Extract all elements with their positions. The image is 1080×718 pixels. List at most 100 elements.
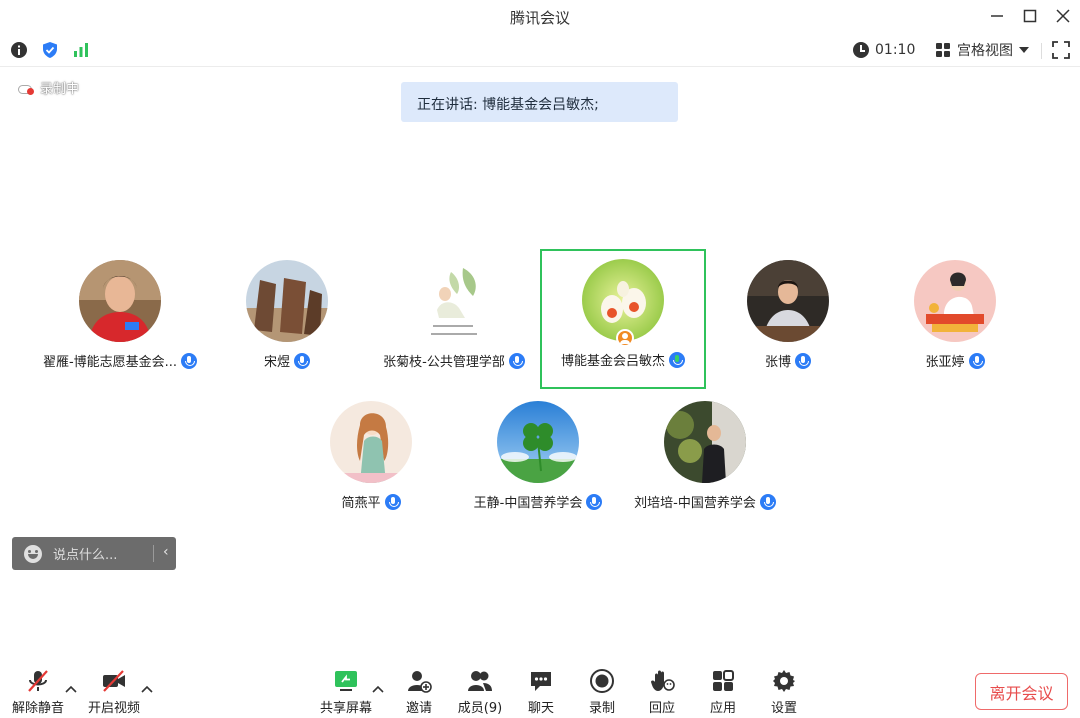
participant-name: 博能基金会吕敏杰 [560,354,665,369]
reaction-button[interactable]: 回应 [634,666,690,716]
caret-up-icon [65,685,77,693]
avatar [79,260,161,342]
minimize-button[interactable] [983,4,1011,28]
settings-label: 设置 [770,701,797,716]
invite-button[interactable]: 邀请 [391,666,447,716]
participant-tile[interactable]: 张菊枝-公共管理学部 [371,250,537,390]
participant-name-row: 简燕平 [288,492,454,511]
gear-icon [771,668,797,694]
record-label: 录制 [588,701,615,716]
mic-icon [181,352,198,369]
grid-view-icon [936,43,950,57]
chat-label: 聊天 [527,701,554,716]
recording-indicator: 录制中 [18,78,79,97]
emoji-icon[interactable] [24,544,42,563]
apps-label: 应用 [709,701,736,716]
mic-muted-icon [25,668,51,694]
audio-options-caret[interactable] [64,682,78,696]
participant-name: 翟雁-博能志愿基金会... [42,355,178,370]
mic-icon [795,352,811,369]
participant-tile[interactable]: 王静-中国营养学会 [455,391,621,531]
minimize-icon [991,15,1003,17]
meeting-info-button[interactable] [10,41,28,59]
chat-input[interactable]: 说点什么... ‹ [12,537,176,570]
participant-name-row: 张菊枝-公共管理学部 [371,351,537,370]
reaction-label: 回应 [648,701,675,716]
unmute-label: 解除静音 [11,701,64,716]
avatar [330,401,412,483]
divider [1041,43,1042,59]
video-options-caret[interactable] [140,682,154,696]
close-icon [1056,9,1070,23]
meeting-timer: 01:10 [853,41,915,59]
security-button[interactable] [41,41,59,59]
participant-name: 宋煜 [263,355,290,370]
view-mode-selector[interactable]: 宫格视图 [935,41,1029,59]
mic-icon [384,493,401,510]
chevron-left-icon[interactable]: ‹ [163,544,169,560]
network-status-button[interactable] [72,41,90,59]
recording-label: 录制中 [40,82,80,97]
timer-value: 01:10 [875,42,916,58]
participant-tile[interactable]: 简燕平 [288,391,454,531]
participant-name: 王静-中国营养学会 [473,496,583,511]
fullscreen-icon [1052,41,1070,59]
signal-icon [74,43,88,57]
chat-button[interactable]: 聊天 [513,666,569,716]
unmute-button[interactable]: 解除静音 [10,666,66,716]
caret-down-icon [1019,47,1029,53]
video-off-icon [101,668,127,694]
fullscreen-button[interactable] [1052,41,1070,59]
share-screen-icon [333,668,359,694]
share-options-caret[interactable] [371,682,385,696]
participant-name-row: 翟雁-博能志愿基金会... [37,351,203,370]
settings-button[interactable]: 设置 [756,666,812,716]
mic-icon [968,352,985,369]
apps-button[interactable]: 应用 [695,666,751,716]
clock-icon [853,42,869,58]
window-title: 腾讯会议 [509,9,570,27]
participant-tile[interactable]: 宋煜 [204,250,370,390]
start-video-label: 开启视频 [87,701,140,716]
view-mode-label: 宫格视图 [957,43,1013,59]
avatar [914,260,996,342]
participant-name-row: 王静-中国营养学会 [455,492,621,511]
participant-name: 张菊枝-公共管理学部 [383,355,505,370]
cloud-record-icon [18,81,36,95]
participant-tile[interactable]: 张博 [705,250,871,390]
mic-icon [586,493,603,510]
mic-icon [759,493,776,510]
participant-name: 刘培培-中国营养学会 [634,496,756,511]
info-icon [11,42,27,58]
caret-up-icon [141,685,153,693]
avatar [664,401,746,483]
close-button[interactable] [1049,4,1077,28]
participant-tile[interactable]: 刘培培-中国营养学会 [622,391,788,531]
participant-tile[interactable]: 翟雁-博能志愿基金会... [37,250,203,390]
members-button[interactable]: 成员(9) [452,666,508,716]
maximize-button[interactable] [1016,4,1044,28]
members-label: 成员(9) [457,701,503,716]
invite-label: 邀请 [405,701,432,716]
participant-name-row: 张亚婷 [872,351,1038,370]
title-bar: 腾讯会议 [0,0,1080,33]
host-icon [616,329,634,347]
info-bar: 01:10 宫格视图 [0,33,1080,67]
speaking-banner: 正在讲话: 博能基金会吕敏杰; [401,82,678,122]
avatar [497,401,579,483]
leave-meeting-button[interactable]: 离开会议 [975,673,1068,710]
record-icon [589,668,615,694]
apps-grid-icon [710,668,736,694]
record-button[interactable]: 录制 [574,666,630,716]
participant-name: 简燕平 [341,496,381,511]
mic-icon [508,352,525,369]
participant-tile[interactable]: 张亚婷 [872,250,1038,390]
hand-emoji-icon [649,668,675,694]
shield-icon [43,42,57,58]
participant-name: 张博 [764,355,791,370]
start-video-button[interactable]: 开启视频 [86,666,142,716]
chat-icon [528,668,554,694]
share-screen-button[interactable]: 共享屏幕 [318,666,374,716]
chat-placeholder: 说点什么... [53,548,118,563]
participant-tile-active[interactable]: 博能基金会吕敏杰 [540,249,706,389]
